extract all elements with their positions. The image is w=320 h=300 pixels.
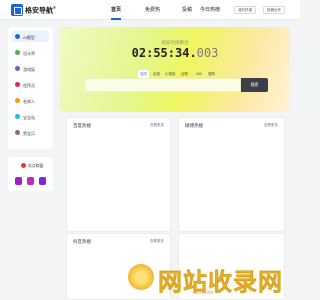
nav-submit[interactable]: 投稿 (182, 6, 192, 13)
logo-badge: ® (53, 5, 56, 10)
tab-baidu[interactable]: 百度 (153, 70, 160, 78)
card-more-link[interactable]: 查看更多 (150, 123, 164, 128)
user-icon (15, 98, 20, 103)
search-button[interactable]: 搜索 (241, 78, 268, 92)
card-more-link[interactable]: 查看更多 (264, 123, 278, 128)
partner-icon (21, 163, 26, 168)
nav-active-indicator (111, 18, 121, 20)
code-icon (15, 82, 20, 87)
tab-google[interactable]: 谷歌 (181, 70, 188, 78)
hero-banner: 格安热搜聚合 02:55:34.003 站内 百度 小搜索 谷歌 360 搜狗 … (60, 27, 290, 112)
tab-small-search[interactable]: 小搜索 (165, 70, 176, 78)
site-logo-text[interactable]: 格安导航® (25, 5, 56, 15)
search-engine-tabs: 站内 百度 小搜索 谷歌 360 搜狗 (60, 70, 290, 78)
nav-free-hot[interactable]: 免费热 (145, 6, 160, 13)
ai-icon (15, 34, 20, 39)
card-title: 微博热搜 (185, 123, 203, 128)
clock-display: 02:55:34.003 (60, 46, 290, 60)
site-watermark: 网站收录网 wzsl.com (118, 258, 296, 298)
partner-logo-3-icon[interactable] (39, 177, 46, 185)
category-sidebar: AI模型 设计师 游戏娱 程序员 毛病人 宝宝站 黑宝贝 (8, 27, 53, 149)
baby-icon (15, 114, 20, 119)
sidebar-item-label: 宝宝站 (23, 114, 35, 120)
partner-logo-1-icon[interactable] (15, 177, 22, 185)
sidebar-item-ai[interactable]: AI模型 (12, 31, 49, 42)
my-hot-button[interactable]: 我的热搜 (234, 6, 256, 14)
sidebar-item-code[interactable]: 程序员 (12, 79, 49, 90)
watermark-url: wzsl.com (193, 290, 214, 296)
game-icon (15, 66, 20, 71)
tab-360[interactable]: 360 (196, 70, 202, 78)
design-icon (15, 50, 20, 55)
partner-panel: 站点联盟 (8, 157, 53, 191)
nav-home[interactable]: 首页 (111, 6, 121, 13)
watermark-text: 网站收录网 (158, 269, 283, 297)
card-title: 百度热搜 (73, 123, 91, 128)
sidebar-item-label: 黑宝贝 (23, 130, 35, 136)
logo-icon[interactable] (11, 4, 23, 16)
partner-label: 站点联盟 (28, 163, 44, 168)
sidebar-item-label: 设计师 (23, 50, 35, 56)
sidebar-item-label: AI模型 (23, 34, 35, 40)
sidebar-item-label: 毛病人 (23, 98, 35, 104)
tab-site[interactable]: 站内 (138, 70, 149, 78)
card-title: 抖音热搜 (73, 239, 91, 244)
top-header: 格安导航® 首页 免费热 投稿 今日热榜 我的热搜 投稿合作 (0, 0, 300, 20)
card-more-link[interactable]: 查看更多 (150, 239, 164, 244)
sidebar-item-label: 游戏娱 (23, 66, 35, 72)
baidu-hot-card: 百度热搜 查看更多 (66, 117, 171, 232)
search-input[interactable] (85, 84, 240, 97)
nav-today-hot[interactable]: 今日热榜 (200, 6, 220, 13)
partner-logo-2-icon[interactable] (27, 177, 34, 185)
clock-time: 02:55:34. (131, 46, 197, 60)
sidebar-item-baby[interactable]: 宝宝站 (12, 111, 49, 122)
star-icon (15, 130, 20, 135)
cooperation-button[interactable]: 投稿合作 (263, 6, 285, 14)
logo-label: 格安导航 (25, 7, 53, 15)
search-box (84, 78, 241, 97)
sidebar-item-star[interactable]: 黑宝贝 (12, 127, 49, 138)
tab-sogou[interactable]: 搜狗 (208, 70, 215, 78)
sidebar-item-label: 程序员 (23, 82, 35, 88)
clock-ms: 003 (196, 46, 219, 60)
watermark-logo-icon (128, 264, 154, 290)
sidebar-item-design[interactable]: 设计师 (12, 47, 49, 58)
sidebar-item-user[interactable]: 毛病人 (12, 95, 49, 106)
weibo-hot-card: 微博热搜 查看更多 (178, 117, 285, 232)
sidebar-item-game[interactable]: 游戏娱 (12, 63, 49, 74)
